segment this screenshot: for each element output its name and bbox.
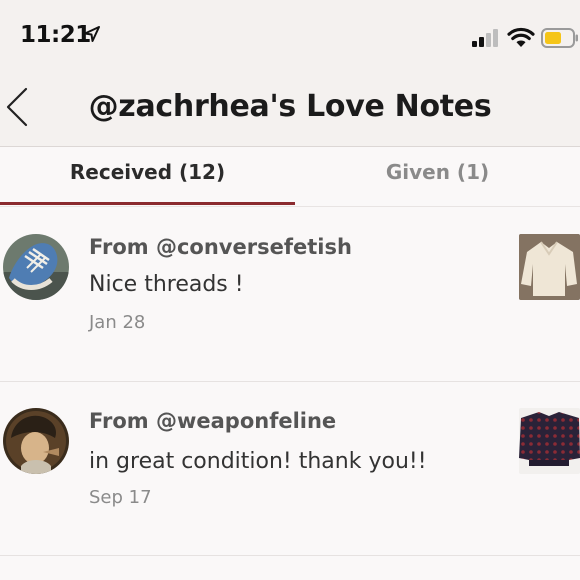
patterned-sweater-image [519, 408, 580, 474]
love-note-item[interactable]: From @conversefetish Nice threads ! Jan … [0, 207, 580, 382]
note-date: Sep 17 [89, 487, 152, 508]
item-thumbnail[interactable] [519, 408, 580, 474]
cellular-signal-icon [472, 29, 498, 47]
item-thumbnail[interactable] [519, 234, 580, 300]
wifi-icon [507, 27, 535, 47]
cream-sweater-image [519, 234, 580, 300]
sneaker-avatar-image [3, 234, 69, 300]
status-time: 11:21 [20, 22, 91, 48]
note-message: Nice threads ! [89, 272, 244, 297]
avatar[interactable] [3, 234, 69, 300]
active-tab-indicator [0, 202, 295, 205]
avatar[interactable] [3, 408, 69, 474]
page-title: @zachrhea's Love Notes [88, 89, 492, 124]
note-sender[interactable]: From @conversefetish [89, 235, 352, 259]
location-arrow-icon [84, 26, 100, 42]
tab-given[interactable]: Given (1) [295, 147, 580, 203]
battery-icon [541, 28, 578, 48]
tab-bar: Received (12) Given (1) [0, 147, 580, 207]
portrait-avatar-image [3, 408, 69, 474]
note-message: in great condition! thank you!! [89, 449, 427, 474]
note-date: Jan 28 [89, 312, 146, 333]
note-sender[interactable]: From @weaponfeline [89, 409, 336, 433]
love-note-item[interactable]: From @weaponfeline in great condition! t… [0, 381, 580, 556]
tab-received[interactable]: Received (12) [0, 147, 295, 203]
header: 11:21 @zachrhea's Love Notes [0, 0, 580, 147]
